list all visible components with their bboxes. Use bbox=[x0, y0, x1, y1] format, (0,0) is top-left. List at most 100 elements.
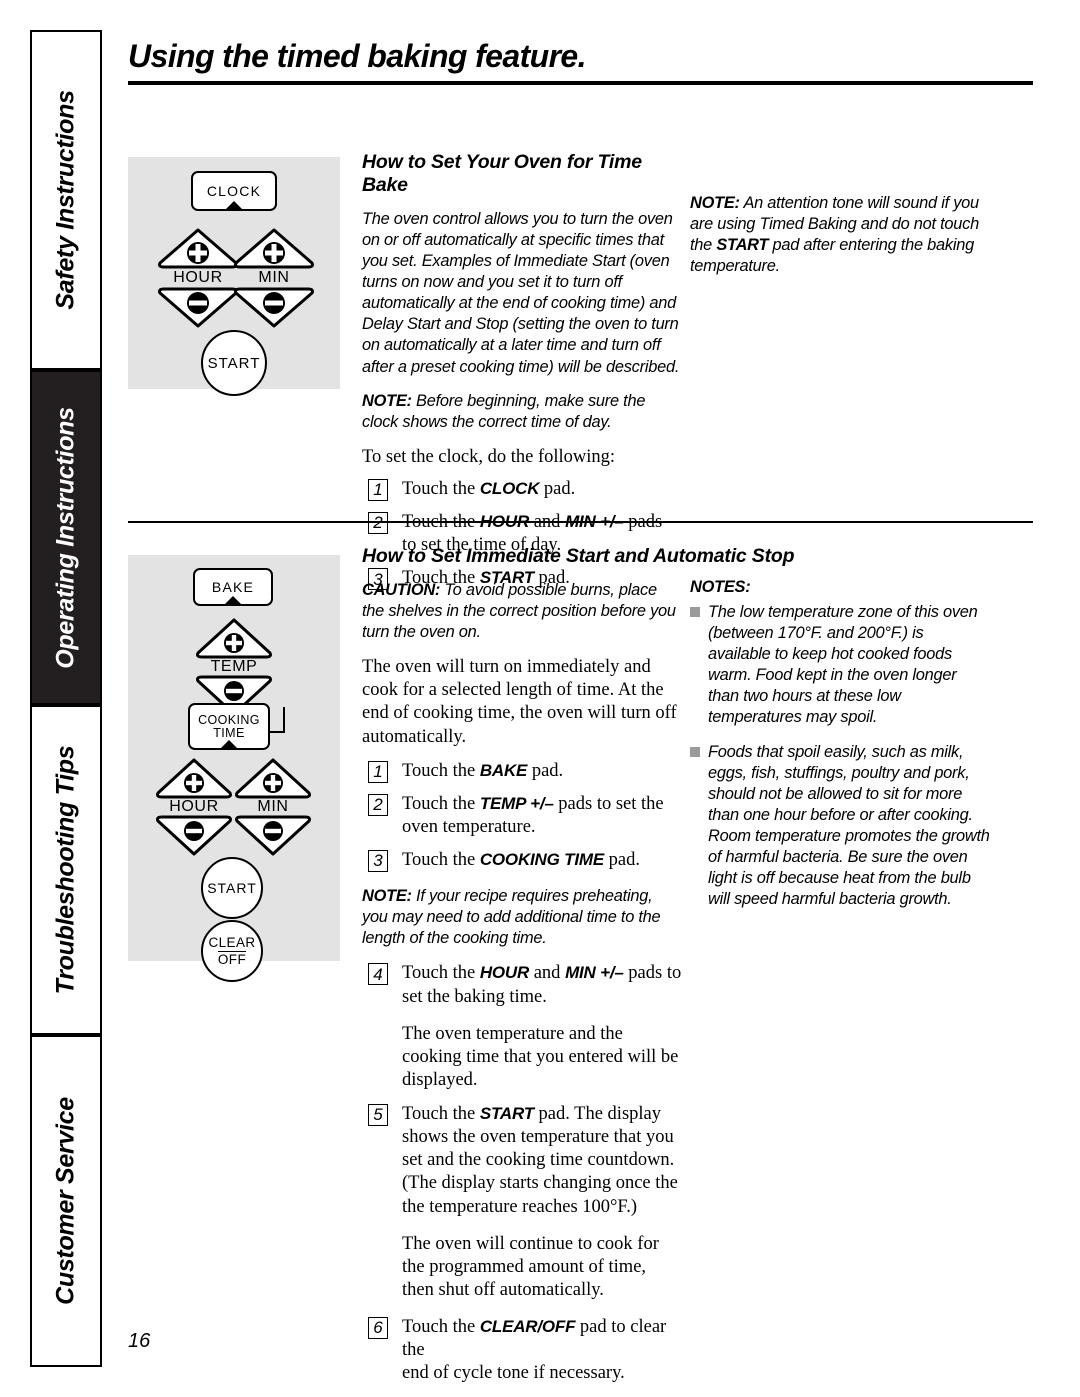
pad-min-group[interactable]: MIN bbox=[232, 227, 316, 328]
caution-label: CAUTION: bbox=[362, 581, 441, 599]
step-pad-name: COOKING TIME bbox=[479, 850, 604, 870]
step-pad-name: CLEAR/OFF bbox=[479, 1317, 576, 1337]
step-item: 4 Touch the HOUR and MIN +/– pads to set t… bbox=[362, 962, 682, 1008]
section2-note: NOTE: If your recipe requires preheating… bbox=[362, 886, 682, 949]
step-pad-name: HOUR bbox=[479, 963, 530, 983]
step-pre: Touch the bbox=[402, 478, 480, 499]
pad-temp-label: TEMP bbox=[210, 658, 258, 675]
step-post: pads to bbox=[623, 963, 682, 984]
note-bullet-text: Foods that spoil easily, such as milk, e… bbox=[708, 742, 990, 909]
sidebar-tab-label: Safety Instructions bbox=[51, 90, 80, 310]
pad-hour-plus[interactable] bbox=[152, 757, 236, 799]
section2-right-column: NOTES: The low temperature zone of this … bbox=[690, 577, 990, 923]
pad-start[interactable]: START bbox=[201, 857, 263, 919]
pad-min-plus[interactable] bbox=[232, 227, 316, 269]
pad-temp-group[interactable]: TEMP bbox=[192, 617, 276, 716]
step-pad-name-2: MIN +/– bbox=[565, 963, 624, 983]
step-number: 6 bbox=[368, 1317, 388, 1340]
section-immediate-start: BAKE TEMP COOKING TIME HOUR MIN START CL… bbox=[128, 523, 1033, 1383]
step-continuation: end of cycle tone if necessary. bbox=[402, 1363, 625, 1384]
bake-control-panel: BAKE TEMP COOKING TIME HOUR MIN START CL… bbox=[128, 555, 340, 982]
sidebar-tab-label: Customer Service bbox=[51, 1097, 80, 1305]
sidebar-tab-safety-instructions[interactable]: Safety Instructions bbox=[30, 30, 102, 370]
step-post: pad. The display bbox=[533, 1104, 662, 1125]
pad-cooking-time[interactable]: COOKING TIME bbox=[188, 703, 270, 750]
pad-clock[interactable]: CLOCK bbox=[191, 171, 277, 211]
step-pad-name: CLOCK bbox=[479, 478, 540, 498]
bullet-square-icon bbox=[690, 607, 700, 618]
step-number: 5 bbox=[368, 1104, 388, 1127]
bullet-square-icon bbox=[690, 746, 700, 757]
pad-hour-minus[interactable] bbox=[152, 815, 236, 856]
step-post: pad. bbox=[539, 478, 576, 499]
step-item: 1 Touch the BAKE pad. bbox=[362, 760, 682, 783]
section1-intro: The oven control allows you to turn the … bbox=[362, 210, 680, 376]
page-title: Using the timed baking feature. bbox=[128, 38, 587, 74]
note-bullet-item: Foods that spoil easily, such as milk, e… bbox=[690, 742, 990, 911]
pad-hour-group[interactable]: HOUR bbox=[156, 227, 240, 328]
pad-min-group[interactable]: MIN bbox=[231, 757, 315, 856]
step-pre: Touch the bbox=[402, 963, 480, 984]
section-time-bake: CLOCK HOUR MIN START How to Set Your Ove… bbox=[128, 85, 1033, 591]
step-pre: Touch the bbox=[402, 793, 480, 814]
sidebar-tab-label: Troubleshooting Tips bbox=[51, 745, 80, 995]
section2-para-after-step5: The oven will continue to cook for the p… bbox=[402, 1233, 659, 1300]
step-pad-name: TEMP +/– bbox=[479, 793, 554, 813]
sidebar-tabs: Safety Instructions Operating Instructio… bbox=[30, 30, 102, 1367]
pad-cooking-time-label-line1: COOKING bbox=[198, 712, 260, 727]
step-pre: Touch the bbox=[402, 760, 480, 781]
pad-min-minus[interactable] bbox=[231, 815, 315, 856]
section1-right-column: NOTE: An attention tone will sound if yo… bbox=[690, 193, 990, 290]
section2-caution: CAUTION: To avoid possible burns, place … bbox=[362, 580, 682, 643]
note-bullet-item: The low temperature zone of this oven (b… bbox=[690, 602, 990, 728]
step-number: 2 bbox=[368, 793, 388, 816]
pad-hour-minus[interactable] bbox=[156, 287, 240, 328]
note-pad-name: START bbox=[716, 236, 769, 255]
pad-clear-off[interactable]: CLEAR OFF bbox=[201, 920, 263, 982]
step-number: 1 bbox=[368, 478, 388, 501]
section1-note: NOTE: Before beginning, make sure the cl… bbox=[362, 391, 682, 433]
pad-min-label: MIN bbox=[258, 269, 290, 286]
step-item: 2 Touch the TEMP +/– pads to set the oven … bbox=[362, 793, 682, 839]
step-continuation: oven temperature. bbox=[402, 816, 536, 837]
section2-para-after-step4: The oven temperature and the cooking tim… bbox=[402, 1023, 679, 1090]
page-content: Using the timed baking feature. CLOCK HO… bbox=[128, 38, 1033, 1383]
step-post: pad. bbox=[603, 850, 640, 871]
sidebar-tab-operating-instructions[interactable]: Operating Instructions bbox=[30, 370, 102, 705]
section2-middle-column: How to Set Immediate Start and Automatic… bbox=[362, 545, 795, 1395]
sidebar-tab-label: Operating Instructions bbox=[51, 406, 80, 669]
pad-start-label: START bbox=[207, 354, 261, 372]
pad-temp-plus[interactable] bbox=[192, 617, 276, 659]
sidebar-tab-customer-service[interactable]: Customer Service bbox=[30, 1035, 102, 1367]
pad-hour-group[interactable]: HOUR bbox=[152, 757, 236, 856]
step-continuation: shows the oven temperature that you set … bbox=[402, 1127, 678, 1217]
section2-heading: How to Set Immediate Start and Automatic… bbox=[362, 545, 795, 567]
pad-start-label: START bbox=[207, 880, 257, 896]
pad-hour-plus[interactable] bbox=[156, 227, 240, 269]
step-item: 5 Touch the START pad. The display shows t… bbox=[362, 1103, 682, 1219]
pad-notch-icon bbox=[225, 201, 243, 210]
pad-clear-off-label-line2: OFF bbox=[217, 950, 247, 967]
pad-bake[interactable]: BAKE bbox=[193, 568, 273, 606]
pad-hour-label: HOUR bbox=[173, 269, 223, 286]
pad-min-minus[interactable] bbox=[232, 287, 316, 328]
pad-min-plus[interactable] bbox=[231, 757, 315, 799]
section1-right-note: NOTE: An attention tone will sound if yo… bbox=[690, 193, 990, 277]
pad-cooking-time-label-line2: TIME bbox=[213, 725, 245, 740]
pad-hour-label: HOUR bbox=[169, 798, 219, 815]
sidebar-tab-troubleshooting-tips[interactable]: Troubleshooting Tips bbox=[30, 705, 102, 1035]
note-label: NOTE: bbox=[362, 887, 412, 906]
step-item: 6 Touch the CLEAR/OFF pad to clear the end… bbox=[362, 1316, 682, 1385]
step-pad-name: BAKE bbox=[479, 760, 528, 780]
step-mid: and bbox=[529, 963, 566, 984]
pad-clock-label: CLOCK bbox=[206, 182, 262, 199]
clock-control-panel: CLOCK HOUR MIN START bbox=[128, 157, 340, 396]
pad-min-label: MIN bbox=[257, 798, 289, 815]
pad-start[interactable]: START bbox=[201, 330, 267, 396]
step-post: pad. bbox=[527, 760, 564, 781]
step-pre: Touch the bbox=[402, 1317, 480, 1338]
pad-notch-icon bbox=[224, 596, 242, 605]
step-pre: Touch the bbox=[402, 850, 480, 871]
pad-bake-label: BAKE bbox=[211, 578, 255, 595]
step-number: 1 bbox=[368, 760, 388, 783]
